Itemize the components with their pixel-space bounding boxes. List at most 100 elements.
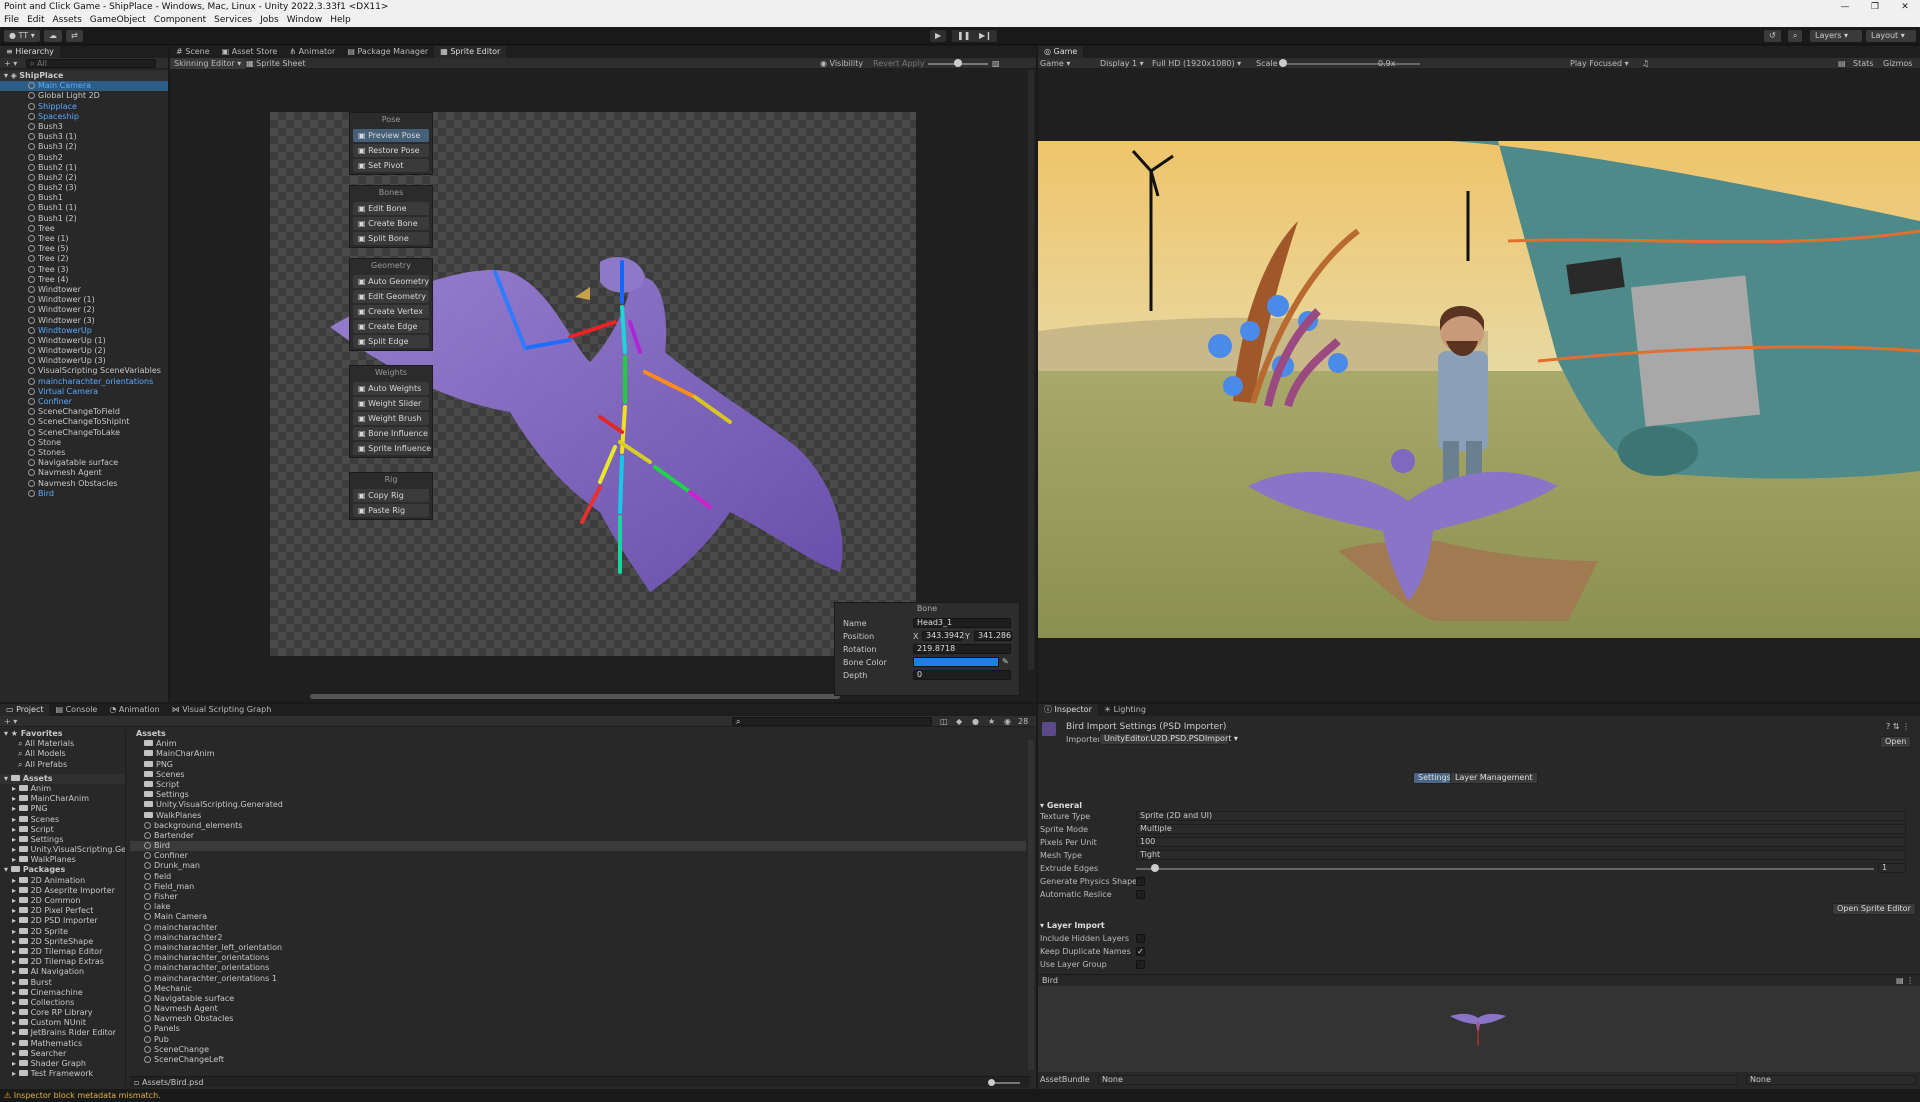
hierarchy-item[interactable]: Bush3 (1)	[0, 132, 168, 142]
asset-file-item[interactable]: field	[130, 872, 1026, 882]
menu-gameobject[interactable]: GameObject	[90, 14, 146, 27]
weight-brush-button[interactable]: ▣ Weight Brush	[353, 412, 429, 425]
asset-folder-item[interactable]: ▸ MainCharAnim	[0, 794, 125, 804]
collab-icon[interactable]: ⇄	[66, 30, 83, 42]
asset-file-item[interactable]: Bird	[130, 841, 1026, 852]
hierarchy-item[interactable]: Tree (3)	[0, 265, 168, 275]
asset-file-item[interactable]: PNG	[130, 760, 1026, 770]
tab-visual-scripting[interactable]: ⋈ Visual Scripting Graph	[166, 704, 278, 716]
hierarchy-item[interactable]: Tree (2)	[0, 254, 168, 264]
hierarchy-item[interactable]: Bush2 (3)	[0, 183, 168, 193]
subtab-layer-management[interactable]: Layer Management	[1450, 772, 1538, 784]
tab-inspector[interactable]: ⓘ Inspector	[1038, 704, 1098, 716]
sprite-sheet-button[interactable]: ▦ Sprite Sheet	[246, 58, 306, 69]
tab-project[interactable]: ▭ Project	[0, 704, 50, 716]
copy-rig-button[interactable]: ▣ Copy Rig	[353, 489, 429, 502]
account-button[interactable]: ● TT ▾	[4, 30, 40, 42]
automatic-reslice-checkbox[interactable]	[1136, 890, 1145, 899]
asset-folder-item[interactable]: ▸ Anim	[0, 784, 125, 794]
minimize-button[interactable]: —	[1830, 0, 1860, 14]
asset-file-item[interactable]: background_elements	[130, 821, 1026, 831]
package-item[interactable]: ▸ 2D Common	[0, 896, 125, 906]
package-item[interactable]: ▸ 2D Tilemap Extras	[0, 957, 125, 967]
project-search-input[interactable]: ⌕	[732, 717, 932, 726]
hierarchy-item[interactable]: Stone	[0, 438, 168, 448]
scale-slider[interactable]	[1280, 63, 1420, 65]
asset-file-item[interactable]: maincharachter_orientations	[130, 953, 1026, 963]
layers-dropdown[interactable]: Layers ▾	[1810, 30, 1862, 42]
package-item[interactable]: ▸ 2D Aseprite Importer	[0, 886, 125, 896]
hierarchy-item[interactable]: WindtowerUp	[0, 326, 168, 336]
package-item[interactable]: ▸ 2D SpriteShape	[0, 937, 125, 947]
create-bone-button[interactable]: ▣ Create Bone	[353, 217, 429, 230]
asset-file-item[interactable]: Mechanic	[130, 984, 1026, 994]
preview-pose-button[interactable]: ▣ Preview Pose	[353, 129, 429, 142]
bone-influence-button[interactable]: ▣ Bone Influence	[353, 427, 429, 440]
hierarchy-item[interactable]: maincharachter_orientations	[0, 377, 168, 387]
package-item[interactable]: ▸ 2D Tilemap Editor	[0, 947, 125, 957]
asset-file-item[interactable]: Anim	[130, 739, 1026, 749]
package-item[interactable]: ▸ Test Framework	[0, 1069, 125, 1079]
asset-folder-item[interactable]: ▸ PNG	[0, 804, 125, 814]
zoom-slider-handle[interactable]	[954, 59, 962, 67]
hierarchy-item[interactable]: Bush2 (1)	[0, 163, 168, 173]
editor-vertical-scrollbar[interactable]	[1028, 70, 1034, 670]
favorite-item[interactable]: ⌕ All Prefabs	[0, 760, 125, 770]
importer-dropdown[interactable]: UnityEditor.U2D.PSD.PSDImport ▾	[1099, 733, 1238, 745]
sprite-influence-button[interactable]: ▣ Sprite Influence	[353, 442, 431, 455]
close-button[interactable]: ✕	[1890, 0, 1920, 14]
asset-file-item[interactable]: Fisher	[130, 892, 1026, 902]
eyedropper-icon[interactable]: ✎	[1002, 657, 1009, 666]
aspect-icon[interactable]: ▤	[1838, 58, 1846, 69]
hierarchy-item[interactable]: Main Camera	[0, 81, 168, 92]
asset-file-item[interactable]: SceneChangeLeft	[130, 1055, 1026, 1065]
inspector-field-value[interactable]: 100	[1136, 837, 1906, 847]
asset-folder-item[interactable]: ▸ Script	[0, 825, 125, 835]
menu-component[interactable]: Component	[154, 14, 206, 27]
hierarchy-item[interactable]: Bush1 (2)	[0, 214, 168, 224]
favorite-icon[interactable]: ★	[988, 716, 995, 727]
hierarchy-item[interactable]: Bush3	[0, 122, 168, 132]
display-dropdown[interactable]: Display 1 ▾	[1100, 58, 1144, 69]
hierarchy-item[interactable]: Tree (4)	[0, 275, 168, 285]
bone-depth-input[interactable]: 0	[913, 670, 1011, 680]
scene-row[interactable]: ▾ ◈ ShipPlace	[0, 71, 168, 82]
hierarchy-item[interactable]: Tree (1)	[0, 234, 168, 244]
asset-file-item[interactable]: Navmesh Agent	[130, 1004, 1026, 1014]
open-button[interactable]: Open	[1880, 736, 1912, 748]
hierarchy-item[interactable]: WindtowerUp (2)	[0, 346, 168, 356]
tab-console[interactable]: ▤ Console	[49, 704, 103, 716]
hierarchy-item[interactable]: WindtowerUp (3)	[0, 356, 168, 366]
package-item[interactable]: ▸ Collections	[0, 998, 125, 1008]
favorite-item[interactable]: ⌕ All Models	[0, 749, 125, 759]
package-item[interactable]: ▸ JetBrains Rider Editor	[0, 1028, 125, 1038]
tab-scene[interactable]: # Scene	[170, 46, 216, 58]
package-item[interactable]: ▸ 2D PSD Importer	[0, 916, 125, 926]
asset-file-item[interactable]: Field_man	[130, 882, 1026, 892]
restore-pose-button[interactable]: ▣ Restore Pose	[353, 144, 429, 157]
auto-weights-button[interactable]: ▣ Auto Weights	[353, 382, 429, 395]
hierarchy-item[interactable]: Global Light 2D	[0, 91, 168, 101]
audio-icon[interactable]: ♫	[1642, 58, 1649, 69]
maximize-button[interactable]: ❐	[1860, 0, 1890, 14]
asset-file-item[interactable]: maincharachter2	[130, 933, 1026, 943]
asset-file-item[interactable]: maincharachter_left_orientation	[130, 943, 1026, 953]
help-icon[interactable]: ? ⇅ ⋮	[1886, 722, 1910, 731]
hierarchy-item[interactable]: Tree (5)	[0, 244, 168, 254]
paste-rig-button[interactable]: ▣ Paste Rig	[353, 504, 429, 517]
hierarchy-search-input[interactable]: ⌕ All	[26, 59, 156, 68]
favorites-header[interactable]: ▾ ★ Favorites	[0, 729, 125, 739]
filter-label-icon[interactable]: ◆	[956, 716, 962, 727]
inspector-field-value[interactable]: Tight	[1136, 850, 1906, 860]
menu-file[interactable]: File	[4, 14, 19, 27]
hierarchy-item[interactable]: WindtowerUp (1)	[0, 336, 168, 346]
create-vertex-button[interactable]: ▣ Create Vertex	[353, 305, 429, 318]
assetbundle-variant-dropdown[interactable]: None	[1746, 1075, 1916, 1085]
package-item[interactable]: ▸ Burst	[0, 978, 125, 988]
generate-physics-checkbox[interactable]	[1136, 877, 1145, 886]
hierarchy-item[interactable]: Navigatable surface	[0, 458, 168, 468]
hierarchy-item[interactable]: SceneChangeToShipInt	[0, 417, 168, 427]
search-icon[interactable]: ⌕	[1788, 30, 1803, 42]
hierarchy-item[interactable]: Tree	[0, 224, 168, 234]
hidden-count-icon[interactable]: ◉	[1004, 716, 1011, 727]
